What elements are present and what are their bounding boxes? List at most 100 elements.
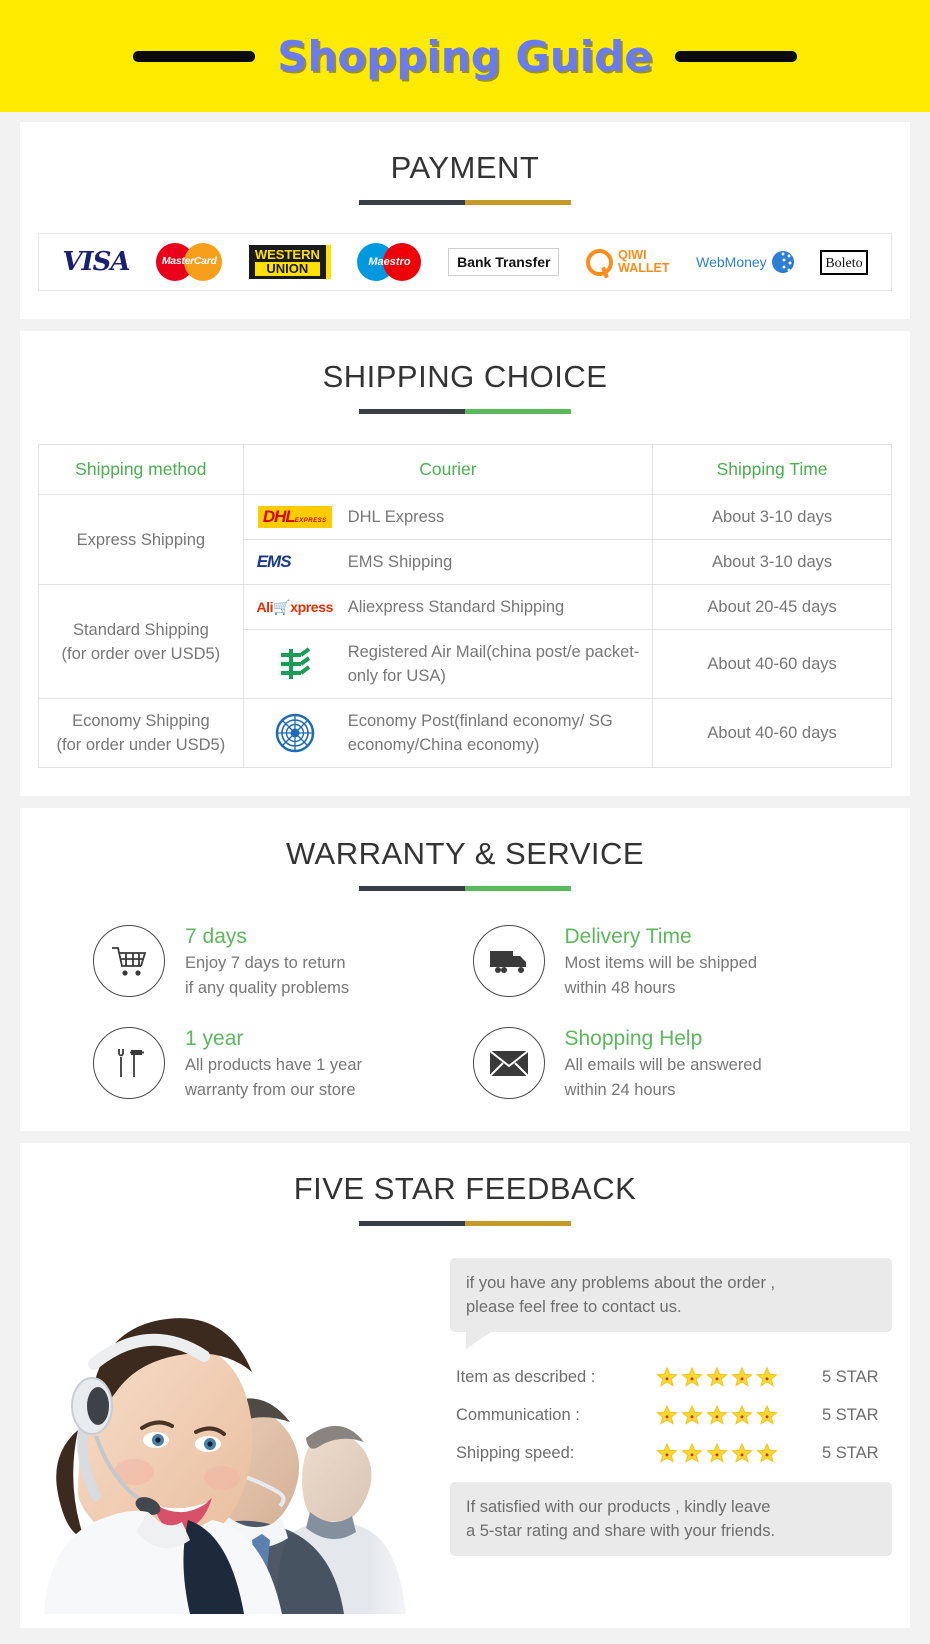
cell-method-economy: Economy Shipping (for order under USD5) xyxy=(38,698,244,768)
rating-row-item-as-described: Item as described : 5 STAR xyxy=(456,1366,892,1388)
warranty-line-2: within 48 hours xyxy=(564,979,676,997)
column-shipping-time: Shipping Time xyxy=(652,444,892,495)
rating-row-communication: Communication : 5 STAR xyxy=(456,1404,892,1426)
bubble-top-line-2: please feel free to contact us. xyxy=(466,1298,682,1316)
star-icon xyxy=(756,1366,778,1387)
warranty-item-1-year: 1 year All products have 1 year warranty… xyxy=(93,1027,473,1103)
shipping-heading: SHIPPING CHOICE xyxy=(322,359,608,394)
delivery-truck-icon xyxy=(472,925,545,997)
shipping-section: SHIPPING CHOICE Shipping method Courier … xyxy=(20,331,910,796)
cell-courier-aliexpress: Ali🛒xpress Aliexpress Standard Shipping xyxy=(242,584,654,630)
warranty-underline xyxy=(359,886,571,891)
star-rating xyxy=(656,1366,796,1388)
table-row: Economy Shipping (for order under USD5) xyxy=(38,698,892,768)
payment-section: PAYMENT VISA MasterCard WESTERN UNION Ma… xyxy=(20,122,910,319)
visa-logo: VISA xyxy=(62,247,130,277)
webmoney-globe-icon xyxy=(771,251,794,273)
star-icon xyxy=(656,1442,678,1463)
feedback-underline xyxy=(359,1221,571,1226)
star-icon xyxy=(656,1366,678,1387)
page-banner: Shopping Guide xyxy=(0,0,930,112)
warranty-title: Shopping Help xyxy=(564,1027,703,1050)
rating-value: 5 STAR xyxy=(822,1443,879,1462)
feedback-heading: FIVE STAR FEEDBACK xyxy=(293,1171,637,1206)
shipping-table: Shipping method Courier Shipping Time Ex… xyxy=(38,444,892,768)
banner-title: Shopping Guide xyxy=(277,31,653,81)
rating-row-shipping-speed: Shipping speed: 5 STAR xyxy=(456,1442,892,1464)
cell-method-standard: Standard Shipping (for order over USD5) xyxy=(38,584,244,699)
payment-heading: PAYMENT xyxy=(390,150,540,185)
warranty-heading: WARRANTY & SERVICE xyxy=(285,836,645,871)
column-shipping-method: Shipping method xyxy=(38,444,244,495)
cell-courier-economy-post: Economy Post(finland economy/ SG economy… xyxy=(242,698,654,768)
china-post-glyph-icon xyxy=(280,647,310,679)
star-icon xyxy=(656,1404,678,1425)
banner-rule-right xyxy=(674,50,797,62)
star-icon xyxy=(731,1366,753,1387)
call-center-agents-photo xyxy=(38,1244,442,1614)
star-icon xyxy=(681,1404,703,1425)
rating-value: 5 STAR xyxy=(822,1367,879,1386)
bubble-top-line-1: if you have any problems about the order… xyxy=(466,1274,776,1292)
warranty-line-2: warranty from our store xyxy=(185,1081,356,1099)
shipping-underline xyxy=(359,409,571,414)
warranty-line-1: All products have 1 year xyxy=(185,1056,363,1074)
cell-time-aliexpress: About 20-45 days xyxy=(652,584,892,630)
mastercard-logo: MasterCard xyxy=(156,240,223,284)
cell-time-dhl: About 3-10 days xyxy=(652,494,892,540)
cell-courier-dhl: DHLEXPRESS DHL Express xyxy=(242,494,654,540)
rating-label: Item as described : xyxy=(456,1367,596,1386)
warranty-line-1: All emails will be answered xyxy=(564,1056,762,1074)
cell-time-economy-post: About 40-60 days xyxy=(652,698,892,768)
warranty-line-2: if any quality problems xyxy=(185,979,350,997)
maestro-logo: Maestro xyxy=(357,240,422,284)
cell-time-ems: About 3-10 days xyxy=(652,539,892,585)
bank-transfer-logo: Bank Transfer xyxy=(448,240,560,284)
cell-courier-china-post: Registered Air Mail(china post/e packet-… xyxy=(242,629,654,699)
star-icon xyxy=(756,1404,778,1425)
ems-logo: EMS xyxy=(256,551,292,571)
star-icon xyxy=(681,1442,703,1463)
warranty-line-1: Most items will be shipped xyxy=(564,954,758,972)
webmoney-logo: WebMoney xyxy=(696,240,794,284)
bubble-bottom-line-2: a 5-star rating and share with your frie… xyxy=(466,1522,776,1540)
star-icon xyxy=(756,1442,778,1463)
warranty-item-shopping-help: Shopping Help All emails will be answere… xyxy=(472,1027,853,1103)
column-courier: Courier xyxy=(242,444,654,495)
star-rating xyxy=(656,1404,796,1426)
warranty-line-1: Enjoy 7 days to return xyxy=(185,954,346,972)
star-rating xyxy=(656,1442,796,1464)
star-icon xyxy=(731,1404,753,1425)
western-union-logo: WESTERN UNION xyxy=(248,240,331,284)
bubble-bottom-line-1: If satisfied with our products , kindly … xyxy=(466,1498,771,1516)
china-post-logo xyxy=(256,646,334,682)
feedback-bubble-bottom: If satisfied with our products , kindly … xyxy=(450,1482,892,1556)
envelope-icon xyxy=(472,1027,545,1099)
warranty-item-7-days: 7 days Enjoy 7 days to return if any qua… xyxy=(93,925,473,1001)
star-icon xyxy=(706,1366,728,1387)
cell-courier-ems: EMS EMS Shipping xyxy=(242,539,654,585)
rating-label: Shipping speed: xyxy=(456,1443,575,1462)
aliexpress-logo: Ali🛒xpress xyxy=(256,598,333,615)
table-row: Standard Shipping (for order over USD5) … xyxy=(38,584,892,699)
star-icon xyxy=(706,1442,728,1463)
rating-label: Communication : xyxy=(456,1405,580,1424)
tools-icon xyxy=(93,1027,165,1099)
table-header-row: Shipping method Courier Shipping Time xyxy=(38,444,892,495)
table-row: Express Shipping DHLEXPRESS DHL Express … xyxy=(38,494,892,585)
warranty-item-delivery-time: Delivery Time Most items will be shipped… xyxy=(472,925,853,1001)
united-nations-icon xyxy=(275,713,314,753)
warranty-title: 1 year xyxy=(185,1027,244,1050)
cell-method-express: Express Shipping xyxy=(38,494,244,585)
payment-underline xyxy=(359,200,571,205)
qiwi-q-icon xyxy=(586,248,614,276)
cell-time-china-post: About 40-60 days xyxy=(652,629,892,699)
feedback-bubble-top: if you have any problems about the order… xyxy=(450,1258,892,1349)
feedback-section: FIVE STAR FEEDBACK if you have any probl… xyxy=(20,1143,910,1628)
star-icon xyxy=(681,1366,703,1387)
un-logo xyxy=(256,713,334,753)
dhl-logo: DHLEXPRESS xyxy=(256,506,334,528)
qiwi-wallet-logo: QIWI WALLET xyxy=(586,240,670,284)
boleto-logo: Boleto xyxy=(820,240,868,284)
star-icon xyxy=(731,1442,753,1463)
